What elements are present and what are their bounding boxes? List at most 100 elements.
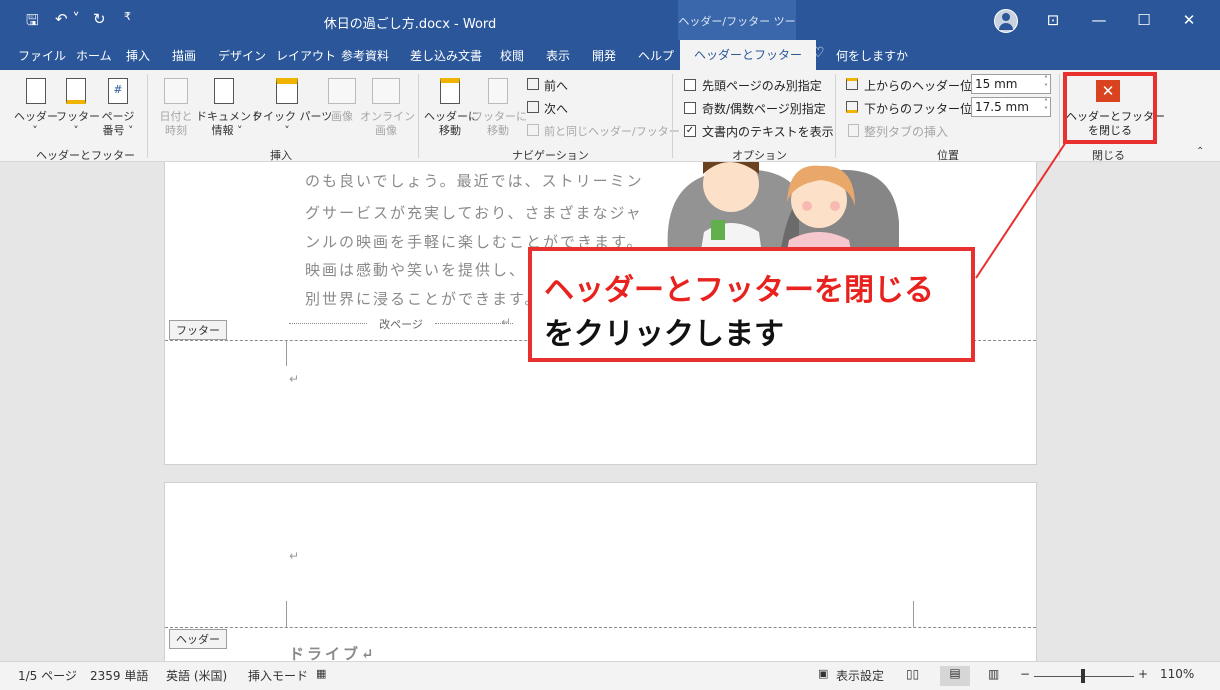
ribbon-tabs: ファイル ホーム 挿入 描画 デザイン レイアウト 参考資料 差し込み文書 校閲… bbox=[0, 40, 1220, 99]
tab-help[interactable]: ヘルプ bbox=[638, 47, 674, 64]
previous-icon bbox=[527, 78, 539, 90]
maximize-button[interactable]: ☐ bbox=[1121, 0, 1167, 40]
tab-mailings[interactable]: 差し込み文書 bbox=[410, 47, 482, 64]
chevron-down-icon: ˅ bbox=[32, 124, 38, 137]
document-info-label: 情報 ˅ bbox=[211, 124, 243, 137]
web-layout-icon[interactable]: ▥ bbox=[988, 667, 999, 681]
footer-button[interactable]: フッター bbox=[56, 110, 100, 124]
print-layout-icon[interactable]: ▤ bbox=[940, 666, 970, 686]
account-avatar-icon[interactable] bbox=[994, 9, 1018, 33]
tab-insert[interactable]: 挿入 bbox=[126, 47, 150, 64]
picture-icon bbox=[328, 78, 356, 104]
online-picture-button[interactable]: オンライン bbox=[360, 110, 415, 124]
quick-parts-icon bbox=[276, 78, 298, 104]
header-button[interactable]: ヘッダー bbox=[14, 110, 58, 124]
ribbon-display-options-icon[interactable]: ⊡ bbox=[1030, 0, 1076, 40]
lightbulb-icon[interactable]: ♡ bbox=[812, 45, 825, 61]
paragraph-mark: ↵ bbox=[289, 549, 300, 563]
date-time-label: 時刻 bbox=[165, 124, 187, 137]
language-indicator[interactable]: 英語 (米国) bbox=[166, 667, 227, 684]
online-picture-icon bbox=[372, 78, 400, 104]
body-text-line: 別世界に浸ることができます。 bbox=[305, 290, 542, 308]
page-indicator[interactable]: 1/5 ページ bbox=[18, 667, 77, 684]
footer-position-label: 下からのフッター位置: bbox=[864, 102, 989, 116]
display-settings-button[interactable]: 表示設定 bbox=[836, 667, 884, 684]
paragraph-mark: ↵ bbox=[501, 315, 512, 329]
body-text-line: のも良いでしょう。最近では、ストリーミン bbox=[305, 172, 644, 190]
tab-home[interactable]: ホーム bbox=[76, 47, 112, 64]
spinner-arrows-icon[interactable]: ˄ ˅ bbox=[1044, 76, 1048, 92]
crop-mark bbox=[913, 601, 937, 627]
tab-review[interactable]: 校閲 bbox=[500, 47, 524, 64]
page-2[interactable]: ↵ ヘッダー ドライブ↵ bbox=[164, 482, 1037, 661]
group-title-header-footer: ヘッダーとフッター bbox=[36, 149, 135, 162]
tab-developer[interactable]: 開発 bbox=[592, 47, 616, 64]
goto-footer-button[interactable]: フッターに bbox=[472, 110, 527, 124]
footer-position-value: 17.5 mm bbox=[975, 100, 1029, 114]
document-area[interactable]: のも良いでしょう。最近では、ストリーミン グサービスが充実しており、さまざまなジ… bbox=[0, 162, 1220, 661]
collapse-ribbon-icon[interactable]: ⌃ bbox=[1196, 146, 1204, 157]
page-number-label: 番号 ˅ bbox=[102, 124, 134, 137]
insert-mode-indicator[interactable]: 挿入モード bbox=[248, 667, 308, 684]
tab-layout[interactable]: レイアウト bbox=[276, 47, 336, 64]
page-number-button[interactable]: ページ bbox=[96, 110, 140, 124]
footer-position-input[interactable]: 17.5 mm ˄ ˅ bbox=[971, 97, 1051, 117]
show-text-checkbox[interactable]: ✓ bbox=[684, 125, 696, 137]
paragraph-mark: ↵ bbox=[289, 372, 300, 386]
goto-header-button[interactable]: ヘッダーに bbox=[424, 110, 479, 124]
zoom-slider-thumb[interactable] bbox=[1081, 669, 1085, 683]
tab-file[interactable]: ファイル bbox=[18, 47, 66, 64]
odd-even-checkbox[interactable] bbox=[684, 102, 696, 114]
spinner-arrows-icon[interactable]: ˄ ˅ bbox=[1044, 99, 1048, 115]
first-page-checkbox[interactable] bbox=[684, 79, 696, 91]
crop-mark bbox=[263, 340, 287, 366]
document-info-button[interactable]: ドキュメント bbox=[196, 110, 262, 124]
online-picture-label: 画像 bbox=[375, 124, 397, 137]
title-bar: 🖫 ↶ ˅ ↻ ₹ 休日の過ごし方.docx - Word ヘッダー/フッター … bbox=[0, 0, 1220, 72]
link-previous-icon bbox=[527, 124, 539, 136]
body-text-line: 映画は感動や笑いを提供し、日 bbox=[305, 261, 544, 279]
group-separator bbox=[418, 74, 419, 158]
previous-button[interactable]: 前へ bbox=[544, 77, 568, 94]
calendar-icon bbox=[164, 78, 188, 104]
zoom-in-button[interactable]: + bbox=[1138, 667, 1148, 681]
odd-even-label: 奇数/偶数ページ別指定 bbox=[702, 102, 826, 116]
quick-parts-button[interactable]: クイック パーツ bbox=[252, 110, 332, 124]
read-mode-icon[interactable]: ▯▯ bbox=[906, 667, 919, 681]
crop-mark bbox=[263, 601, 287, 627]
tab-design[interactable]: デザイン bbox=[218, 47, 266, 64]
callout-title: ヘッダーとフッターを閉じる bbox=[544, 273, 934, 308]
group-title-navigation: ナビゲーション bbox=[512, 149, 589, 162]
document-info-icon bbox=[214, 78, 234, 104]
tab-view[interactable]: 表示 bbox=[546, 47, 570, 64]
show-text-label: 文書内のテキストを表示 bbox=[702, 125, 834, 139]
insert-align-tab-button[interactable]: 整列タブの挿入 bbox=[864, 123, 948, 140]
minimize-button[interactable]: — bbox=[1076, 0, 1122, 40]
zoom-level[interactable]: 110% bbox=[1160, 667, 1194, 681]
header-position-icon bbox=[846, 78, 858, 90]
tab-references[interactable]: 参考資料 bbox=[341, 47, 389, 64]
heading-line: ドライブ↵ bbox=[289, 645, 377, 661]
macro-record-icon[interactable]: ▦ bbox=[316, 667, 326, 680]
link-to-previous-button[interactable]: 前と同じヘッダー/フッター bbox=[544, 123, 680, 139]
tell-me-search[interactable]: 何をしますか bbox=[836, 47, 908, 64]
header-icon bbox=[26, 78, 46, 104]
group-separator bbox=[147, 74, 148, 158]
callout-subtitle: をクリックします bbox=[544, 317, 784, 352]
close-window-button[interactable]: ✕ bbox=[1166, 0, 1212, 40]
footer-zone-tag: フッター bbox=[169, 320, 227, 340]
zoom-out-button[interactable]: − bbox=[1020, 667, 1030, 681]
footer-position-icon bbox=[846, 101, 858, 113]
next-button[interactable]: 次へ bbox=[544, 100, 568, 117]
word-count[interactable]: 2359 単語 bbox=[90, 667, 148, 684]
tab-header-footer[interactable]: ヘッダーとフッター bbox=[680, 40, 817, 70]
picture-button[interactable]: 画像 bbox=[322, 110, 362, 124]
date-time-button[interactable]: 日付と bbox=[154, 110, 198, 124]
group-title-insert: 挿入 bbox=[270, 149, 292, 162]
header-position-value: 15 mm bbox=[975, 77, 1018, 91]
header-position-input[interactable]: 15 mm ˄ ˅ bbox=[971, 74, 1051, 94]
goto-header-label: 移動 bbox=[439, 124, 461, 137]
group-title-position: 位置 bbox=[937, 149, 959, 162]
tab-draw[interactable]: 描画 bbox=[172, 47, 196, 64]
page-break-marker: 改ページ bbox=[289, 316, 513, 332]
